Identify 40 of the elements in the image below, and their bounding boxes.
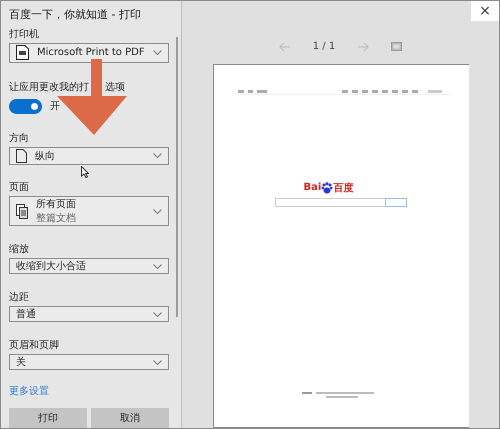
printer-dropdown[interactable]: Microsoft Print to PDF	[9, 43, 169, 63]
chevron-down-icon	[153, 264, 162, 268]
window-title: 百度一下，你就知道 - 打印	[9, 7, 142, 22]
chevron-down-icon	[153, 153, 162, 158]
paw-icon	[321, 182, 334, 194]
chevron-down-icon	[153, 208, 162, 214]
cursor-icon	[81, 166, 89, 178]
setting-label: 缩放	[9, 242, 30, 255]
setting-dropdown[interactable]: 纵向	[9, 146, 169, 165]
page-icon	[16, 148, 27, 163]
page-footer-drawing	[302, 390, 374, 399]
option-label: 让应用更改我的打	[9, 80, 89, 93]
setting-label: 页眉和页脚	[9, 338, 60, 351]
chevron-down-icon	[153, 50, 162, 56]
logo-text: 百度	[333, 181, 354, 195]
toggle-switch[interactable]	[9, 98, 42, 114]
fit-page-icon[interactable]	[391, 42, 402, 52]
setting-dropdown[interactable]: 所有页面 整篇文档	[9, 196, 169, 226]
printer-icon	[16, 45, 29, 60]
previous-page-icon[interactable]	[278, 42, 291, 52]
setting-label: 边距	[9, 290, 30, 303]
toggle-state: 开	[50, 100, 60, 114]
printer-label: 打印机	[9, 28, 40, 40]
setting-dropdown[interactable]: 关	[9, 354, 169, 370]
setting-label: 方向	[9, 132, 30, 144]
page-indicator: 1 / 1	[312, 41, 336, 52]
cancel-button[interactable]: 取消	[91, 408, 169, 428]
logo-text: Bai	[304, 182, 322, 194]
setting-label: 页面	[9, 181, 30, 193]
more-settings-link[interactable]: 更多设置	[9, 384, 49, 398]
scrollbar[interactable]	[176, 37, 178, 317]
setting-dropdown[interactable]: 普通	[9, 306, 169, 322]
option-label: 选项	[105, 80, 125, 93]
print-button[interactable]: 打印	[9, 408, 87, 428]
setting-dropdown[interactable]: 收缩到大小合适	[9, 258, 169, 274]
pages-icon	[16, 204, 28, 218]
next-page-icon[interactable]	[357, 42, 370, 52]
chevron-down-icon	[153, 312, 162, 316]
close-button[interactable]: ×	[471, 1, 499, 21]
chevron-down-icon	[153, 360, 162, 364]
